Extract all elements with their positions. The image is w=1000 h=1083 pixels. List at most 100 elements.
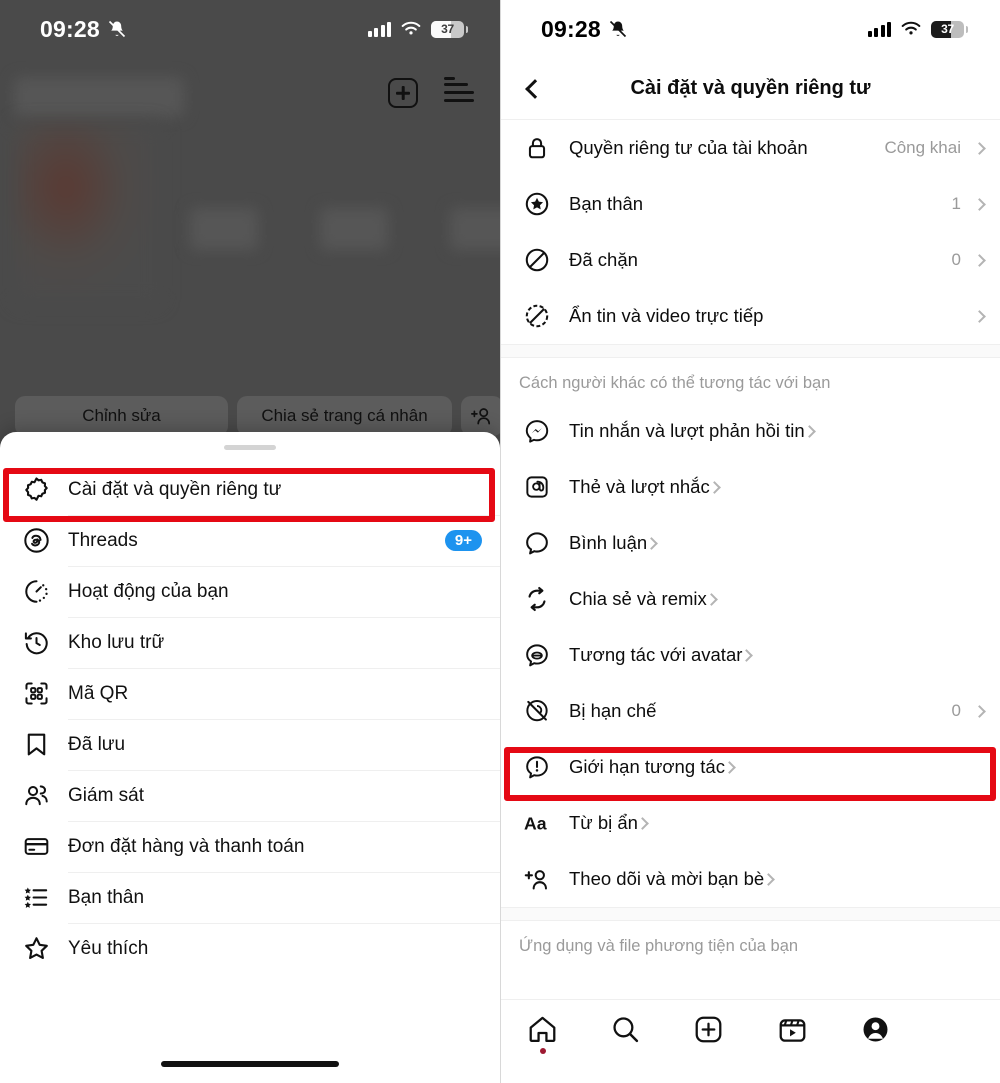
archive-history-icon bbox=[18, 629, 54, 656]
close-friends-list-icon bbox=[18, 884, 54, 911]
chevron-right-icon bbox=[636, 816, 649, 830]
wifi-icon bbox=[901, 21, 921, 35]
profile-area-blurred: Chỉnh sửa Chia sẻ trang cá nhân bbox=[0, 58, 500, 487]
setting-value: 0 bbox=[951, 250, 961, 269]
setting-row-sharing-remix[interactable]: Chia sẻ và remix bbox=[501, 571, 1000, 627]
create-plus-icon bbox=[696, 1016, 722, 1043]
menu-item-supervision[interactable]: Giám sát bbox=[0, 770, 500, 821]
section-title-apps-media: Ứng dụng và file phương tiện của bạn bbox=[519, 937, 799, 955]
hamburger-menu-icon[interactable] bbox=[444, 77, 474, 105]
menu-item-your-activity[interactable]: Hoạt động của bạn bbox=[0, 566, 500, 617]
chevron-right-icon bbox=[762, 872, 776, 886]
setting-label: Bình luận bbox=[569, 532, 648, 553]
setting-row-interaction-limits[interactable]: Giới hạn tương tác bbox=[501, 739, 1000, 795]
credit-card-icon bbox=[18, 833, 54, 860]
battery-icon: 37 bbox=[431, 20, 468, 38]
bottom-tab-bar bbox=[501, 999, 1000, 1083]
setting-row-comments[interactable]: Bình luận bbox=[501, 515, 1000, 571]
restricted-icon bbox=[519, 698, 555, 724]
add-person-button[interactable] bbox=[461, 396, 500, 436]
bell-slash-icon bbox=[609, 20, 626, 38]
star-icon bbox=[18, 935, 54, 962]
bottom-sheet-menu: Cài đặt và quyền riêng tư Threads 9+ Hoạ… bbox=[0, 432, 500, 1083]
setting-row-follow-invite[interactable]: Theo dõi và mời bạn bè bbox=[501, 851, 1000, 907]
setting-value: 1 bbox=[951, 194, 961, 213]
cellular-signal-icon bbox=[367, 21, 391, 37]
setting-row-blocked[interactable]: Đã chặn 0 bbox=[501, 232, 1000, 288]
notification-dot bbox=[444, 77, 455, 80]
qr-code-icon bbox=[18, 680, 54, 707]
menu-item-qr-code[interactable]: Mã QR bbox=[0, 668, 500, 719]
chevron-right-icon bbox=[973, 141, 986, 155]
tab-profile[interactable] bbox=[834, 1014, 917, 1045]
setting-row-hidden-words[interactable]: Aa Từ bị ẩn bbox=[501, 795, 1000, 851]
comment-bubble-icon bbox=[519, 530, 555, 556]
settings-gear-icon bbox=[18, 476, 54, 503]
setting-label: Thẻ và lượt nhắc bbox=[569, 476, 710, 497]
threads-icon bbox=[18, 527, 54, 554]
cellular-signal-icon bbox=[867, 21, 891, 37]
tab-search[interactable] bbox=[584, 1014, 667, 1045]
menu-item-archive[interactable]: Kho lưu trữ bbox=[0, 617, 500, 668]
tab-reels[interactable] bbox=[751, 1014, 834, 1045]
setting-row-account-privacy[interactable]: Quyền riêng tư của tài khoản Công khai bbox=[501, 120, 1000, 176]
menu-item-saved[interactable]: Đã lưu bbox=[0, 719, 500, 770]
menu-item-label: Threads bbox=[68, 529, 138, 551]
menu-item-label: Giám sát bbox=[68, 784, 145, 806]
profile-header-icons bbox=[388, 77, 474, 108]
home-icon bbox=[529, 1016, 556, 1043]
menu-item-label: Đã lưu bbox=[68, 733, 126, 755]
search-icon bbox=[613, 1017, 639, 1043]
chevron-right-icon bbox=[802, 424, 816, 438]
tab-create[interactable] bbox=[667, 1014, 750, 1045]
menu-item-label: Cài đặt và quyền riêng tư bbox=[68, 478, 282, 500]
block-icon bbox=[519, 247, 555, 273]
status-time: 09:28 bbox=[541, 15, 601, 42]
menu-item-label: Yêu thích bbox=[68, 937, 149, 959]
setting-row-avatar-interactions[interactable]: Tương tác với avatar bbox=[501, 627, 1000, 683]
threads-unread-badge: 9+ bbox=[444, 530, 482, 551]
setting-label: Giới hạn tương tác bbox=[569, 756, 725, 777]
setting-label: Từ bị ẩn bbox=[569, 812, 638, 833]
menu-item-close-friends[interactable]: Bạn thân bbox=[0, 872, 500, 923]
chevron-right-icon bbox=[973, 704, 986, 718]
messenger-icon bbox=[519, 418, 555, 444]
menu-item-favorites[interactable]: Yêu thích bbox=[0, 923, 500, 974]
setting-row-tags-mentions[interactable]: Thẻ và lượt nhắc bbox=[501, 459, 1000, 515]
star-circle-icon bbox=[519, 191, 555, 217]
status-bar-right: 09:28 37 bbox=[501, 0, 1000, 58]
setting-row-restricted[interactable]: Bị hạn chế 0 bbox=[501, 683, 1000, 739]
setting-row-messages-replies[interactable]: Tin nhắn và lượt phản hồi tin bbox=[501, 403, 1000, 459]
status-bar-left: 09:28 37 bbox=[0, 0, 500, 58]
edit-profile-button[interactable]: Chỉnh sửa bbox=[15, 396, 228, 436]
page-title: Cài đặt và quyền riêng tư bbox=[630, 77, 871, 99]
setting-row-close-friends[interactable]: Bạn thân 1 bbox=[501, 176, 1000, 232]
tab-home[interactable] bbox=[501, 1014, 584, 1054]
setting-label: Chia sẻ và remix bbox=[569, 588, 707, 609]
profile-stats-blurred bbox=[190, 208, 500, 250]
section-divider bbox=[501, 907, 1000, 921]
menu-item-label: Hoạt động của bạn bbox=[68, 580, 229, 602]
left-phone-panel: 09:28 37 Chỉnh sửa Chia sẻ trang cá nhân… bbox=[0, 0, 500, 1083]
menu-item-orders-payments[interactable]: Đơn đặt hàng và thanh toán bbox=[0, 821, 500, 872]
section-title-interactions: Cách người khác có thể tương tác với bạn bbox=[519, 374, 831, 392]
add-person-icon bbox=[471, 408, 491, 425]
bell-slash-icon bbox=[108, 20, 125, 38]
setting-label: Bị hạn chế bbox=[569, 700, 657, 721]
right-phone-panel: 09:28 37 Cài đặt và quyền riêng tư Quyền… bbox=[500, 0, 1000, 1083]
reels-icon bbox=[779, 1019, 806, 1042]
setting-label: Đã chặn bbox=[569, 249, 638, 270]
sheet-drag-handle[interactable] bbox=[224, 445, 276, 450]
chevron-left-icon bbox=[525, 78, 545, 99]
settings-nav-header: Cài đặt và quyền riêng tư bbox=[501, 58, 1000, 120]
bookmark-icon bbox=[18, 731, 54, 758]
chevron-right-icon bbox=[973, 253, 986, 267]
plus-box-icon[interactable] bbox=[388, 78, 418, 108]
share-profile-button[interactable]: Chia sẻ trang cá nhân bbox=[237, 396, 452, 436]
menu-item-threads[interactable]: Threads 9+ bbox=[0, 515, 500, 566]
back-button[interactable] bbox=[515, 71, 551, 107]
setting-row-hide-story-live[interactable]: Ẩn tin và video trực tiếp bbox=[501, 288, 1000, 344]
menu-item-settings-privacy[interactable]: Cài đặt và quyền riêng tư bbox=[0, 464, 500, 515]
setting-label: Tương tác với avatar bbox=[569, 644, 743, 665]
section-divider bbox=[501, 344, 1000, 358]
